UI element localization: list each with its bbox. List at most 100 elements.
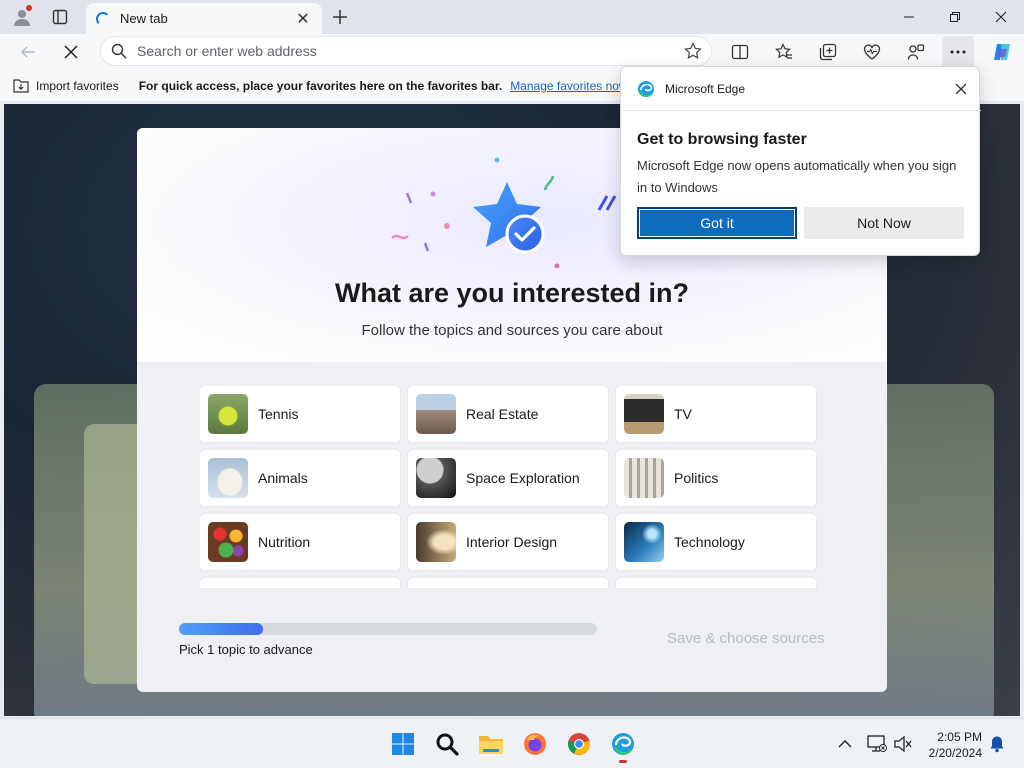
manage-favorites-link[interactable]: Manage favorites now bbox=[510, 79, 627, 93]
tennis-thumbnail bbox=[208, 394, 248, 434]
popup-close-icon[interactable] bbox=[951, 79, 971, 99]
taskbar-search-button[interactable] bbox=[432, 729, 462, 759]
firefox-icon bbox=[524, 733, 546, 755]
topic-label: Politics bbox=[674, 470, 719, 486]
new-tab-button[interactable] bbox=[322, 0, 358, 34]
search-icon bbox=[101, 43, 137, 59]
restore-button[interactable] bbox=[932, 0, 978, 34]
clock-date: 2/20/2024 bbox=[928, 746, 982, 760]
animals-thumbnail bbox=[208, 458, 248, 498]
tab-close-icon[interactable]: ✕ bbox=[294, 10, 312, 28]
popup-app-name: Microsoft Edge bbox=[665, 81, 746, 96]
topic-card-technology[interactable]: Technology bbox=[616, 514, 816, 570]
stop-loading-button[interactable] bbox=[55, 36, 87, 68]
chevron-up-icon bbox=[838, 740, 852, 748]
tab-actions-button[interactable] bbox=[42, 0, 78, 34]
topic-card-space-exploration[interactable]: Space Exploration bbox=[408, 450, 608, 506]
volume-button[interactable] bbox=[892, 733, 914, 755]
settings-and-more-button[interactable] bbox=[942, 36, 974, 68]
save-and-choose-sources-button[interactable]: Save & choose sources bbox=[667, 630, 825, 647]
technology-thumbnail bbox=[624, 522, 664, 562]
system-clock[interactable]: 2:05 PM 2/20/2024 bbox=[929, 729, 982, 761]
favorites-button[interactable] bbox=[768, 36, 800, 68]
network-monitor-icon bbox=[867, 735, 887, 752]
edge-startup-popup: Microsoft Edge Get to browsing faster Mi… bbox=[620, 66, 981, 256]
popup-header: Microsoft Edge bbox=[621, 67, 981, 111]
popup-title: Get to browsing faster bbox=[637, 131, 807, 148]
real-estate-thumbnail bbox=[416, 394, 456, 434]
progress-bar bbox=[179, 623, 597, 635]
back-button[interactable] bbox=[12, 36, 44, 68]
profile-button[interactable] bbox=[4, 0, 40, 34]
address-bar[interactable] bbox=[100, 36, 712, 66]
topic-card-politics[interactable]: Politics bbox=[616, 450, 816, 506]
import-favorites-label: Import favorites bbox=[36, 78, 119, 93]
taskbar: 2:05 PM 2/20/2024 bbox=[0, 718, 1024, 768]
running-indicator bbox=[619, 760, 627, 763]
politics-thumbnail bbox=[624, 458, 664, 498]
interior-thumbnail bbox=[416, 522, 456, 562]
topic-label: Interior Design bbox=[466, 534, 558, 550]
topic-card-interior-design[interactable]: Interior Design bbox=[408, 514, 608, 570]
address-input[interactable] bbox=[137, 43, 675, 59]
topic-card-partial[interactable] bbox=[408, 578, 608, 588]
topic-label: TV bbox=[674, 406, 692, 422]
split-screen-button[interactable] bbox=[724, 36, 756, 68]
topic-label: Real Estate bbox=[466, 406, 539, 422]
topic-label: Technology bbox=[674, 534, 745, 550]
topic-card-real-estate[interactable]: Real Estate bbox=[408, 386, 608, 442]
topic-card-partial[interactable] bbox=[200, 578, 400, 588]
edge-button[interactable] bbox=[608, 729, 638, 763]
got-it-button[interactable]: Got it bbox=[637, 207, 797, 239]
space-thumbnail bbox=[416, 458, 456, 498]
topic-card-nutrition[interactable]: Nutrition bbox=[200, 514, 400, 570]
network-status-button[interactable] bbox=[866, 733, 888, 755]
clock-time: 2:05 PM bbox=[937, 730, 982, 744]
restore-icon bbox=[950, 12, 960, 22]
favorites-star-list-icon bbox=[775, 43, 792, 59]
windows-start-icon bbox=[392, 733, 414, 755]
dialog-title: What are you interested in? bbox=[334, 278, 690, 308]
vertical-tabs-icon bbox=[52, 9, 68, 25]
copilot-button[interactable] bbox=[986, 36, 1018, 68]
edge-icon bbox=[612, 733, 634, 755]
stop-x-icon bbox=[64, 45, 78, 59]
heart-pulse-icon bbox=[863, 44, 881, 60]
start-button[interactable] bbox=[388, 729, 418, 759]
bell-icon bbox=[990, 736, 1004, 753]
loading-spinner-icon bbox=[96, 11, 110, 26]
notifications-button[interactable] bbox=[986, 733, 1008, 755]
volume-muted-icon bbox=[894, 735, 912, 753]
minimize-button[interactable] bbox=[886, 0, 932, 34]
star-check-icon bbox=[473, 182, 545, 254]
nutrition-thumbnail bbox=[208, 522, 248, 562]
extensions-button[interactable] bbox=[900, 36, 932, 68]
topic-card-tennis[interactable]: Tennis bbox=[200, 386, 400, 442]
topic-card-tv[interactable]: TV bbox=[616, 386, 816, 442]
close-icon bbox=[995, 11, 1007, 23]
edge-logo-icon bbox=[638, 80, 654, 97]
not-now-button[interactable]: Not Now bbox=[804, 207, 964, 239]
tab-strip: New tab ✕ bbox=[0, 0, 1024, 34]
topic-label: Animals bbox=[258, 470, 308, 486]
topic-label: Tennis bbox=[258, 406, 299, 422]
file-explorer-icon bbox=[479, 736, 503, 754]
collections-button[interactable] bbox=[812, 36, 844, 68]
import-favorites-button[interactable]: Import favorites bbox=[12, 78, 119, 94]
file-explorer-button[interactable] bbox=[476, 729, 506, 759]
browser-essentials-button[interactable] bbox=[856, 36, 888, 68]
firefox-button[interactable] bbox=[520, 729, 550, 759]
topic-card-partial[interactable] bbox=[616, 578, 816, 588]
topic-label: Space Exploration bbox=[466, 470, 580, 486]
show-hidden-icons-button[interactable] bbox=[834, 733, 856, 755]
topic-grid: Tennis Real Estate TV Animals Space Expl… bbox=[200, 386, 818, 588]
add-favorite-star-icon[interactable] bbox=[675, 42, 711, 60]
copilot-icon bbox=[994, 44, 1010, 60]
chrome-button[interactable] bbox=[564, 729, 594, 759]
active-tab[interactable]: New tab ✕ bbox=[86, 3, 322, 34]
topic-card-animals[interactable]: Animals bbox=[200, 450, 400, 506]
favorites-bar-message: For quick access, place your favorites h… bbox=[138, 78, 503, 93]
close-window-button[interactable] bbox=[978, 0, 1024, 34]
split-screen-icon bbox=[731, 44, 749, 60]
tv-thumbnail bbox=[624, 394, 664, 434]
